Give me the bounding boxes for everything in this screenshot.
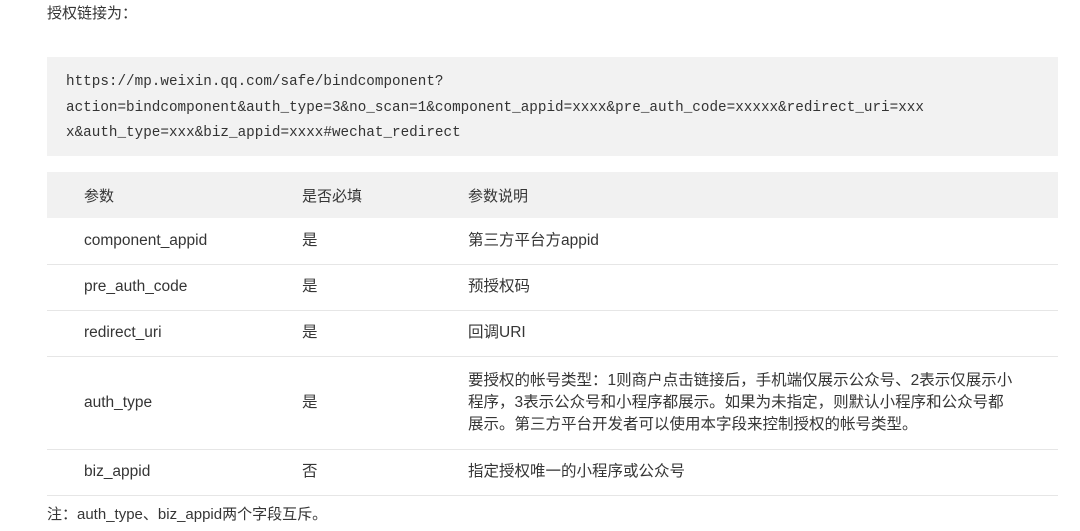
param-description: 预授权码 [468, 278, 531, 295]
param-name: redirect_uri [84, 324, 162, 341]
param-name: biz_appid [84, 463, 151, 480]
intro-text: 授权链接为： [47, 5, 138, 22]
params-table: 参数 是否必填 参数说明 component_appid 是 第三方平台方app… [47, 172, 1058, 496]
param-required: 是 [302, 278, 318, 295]
code-line: action=bindcomponent&auth_type=3&no_scan… [66, 99, 924, 116]
header-required: 是否必填 [302, 187, 363, 205]
param-required: 是 [302, 393, 318, 411]
param-description: 要授权的帐号类型：1则商户点击链接后，手机端仅展示公众号、2表示仅展示小程序，3… [468, 371, 1013, 433]
param-name: component_appid [84, 231, 208, 249]
header-param: 参数 [84, 187, 115, 205]
param-required: 是 [302, 231, 318, 249]
param-description: 第三方平台方appid [468, 231, 599, 249]
code-line: x&auth_type=xxx&biz_appid=xxxx#wechat_re… [66, 125, 461, 141]
table-row: biz_appid 否 指定授权唯一的小程序或公众号 [47, 449, 1058, 495]
param-name: pre_auth_code [84, 278, 188, 295]
table-row: redirect_uri 是 回调URI [47, 310, 1058, 356]
table-header-row: 参数 是否必填 参数说明 [47, 172, 1058, 218]
code-line: https://mp.weixin.qq.com/safe/bindcompon… [66, 74, 444, 90]
table-row: component_appid 是 第三方平台方appid [47, 218, 1058, 264]
param-required: 是 [302, 324, 318, 341]
param-name: auth_type [84, 393, 153, 411]
param-description: 回调URI [468, 324, 526, 341]
table-row: auth_type 是 要授权的帐号类型：1则商户点击链接后，手机端仅展示公众号… [47, 356, 1058, 449]
auth-url-code-block: https://mp.weixin.qq.com/safe/bindcompon… [47, 57, 1058, 156]
note-text: 注：auth_type、biz_appid两个字段互斥。 [47, 506, 328, 523]
header-description: 参数说明 [468, 187, 529, 205]
table-row: pre_auth_code 是 预授权码 [47, 264, 1058, 310]
param-description: 指定授权唯一的小程序或公众号 [468, 463, 686, 480]
param-required: 否 [302, 463, 318, 480]
